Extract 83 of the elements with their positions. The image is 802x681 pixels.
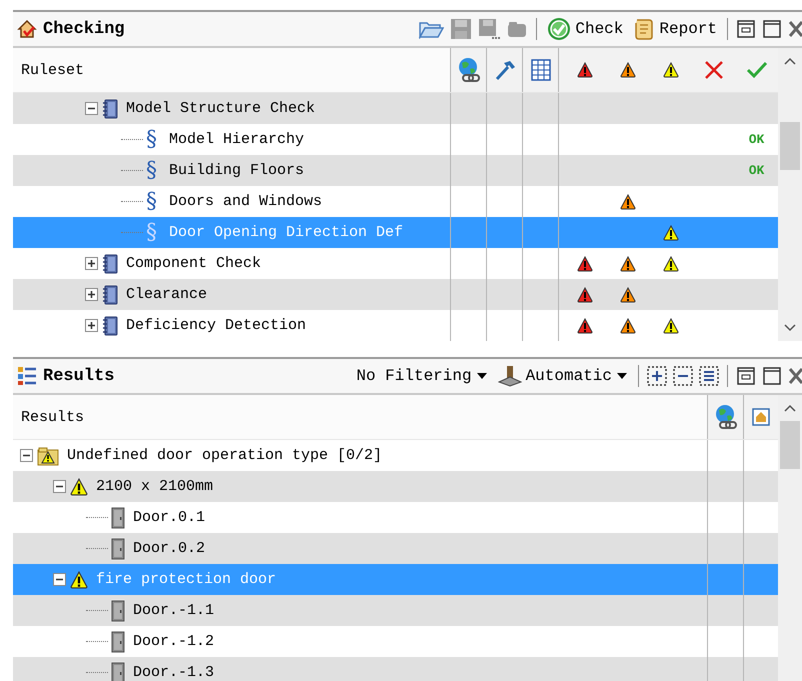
stamp-icon (498, 365, 522, 387)
scroll-thumb[interactable] (780, 122, 800, 170)
notebook-icon (102, 284, 118, 304)
ruleset-item[interactable]: Clearance (126, 286, 208, 303)
collapse-icon[interactable] (20, 449, 33, 462)
list-icon[interactable] (699, 366, 719, 386)
report-button[interactable]: Report (631, 17, 719, 41)
scroll-thumb[interactable] (780, 421, 800, 469)
door-icon (111, 538, 125, 560)
notebook-icon (102, 316, 118, 336)
notebook-icon (102, 254, 118, 274)
minor-warning-icon (662, 62, 678, 78)
warning-folder-icon (37, 446, 59, 466)
cross-icon (704, 60, 724, 80)
filter-dropdown[interactable]: No Filtering (354, 367, 490, 385)
ruleset-item[interactable]: Building Floors (169, 162, 304, 179)
expand-icon[interactable] (85, 257, 98, 270)
result-item[interactable]: Door.0.2 (133, 540, 206, 557)
maximize-icon[interactable] (762, 366, 782, 386)
door-icon (111, 662, 125, 681)
scroll-up-icon[interactable] (783, 403, 797, 413)
warning-icon (70, 570, 88, 588)
collapse-all-icon[interactable] (673, 366, 693, 386)
major-warning-icon (620, 62, 636, 78)
section-sign-icon: § (146, 127, 157, 152)
scrollbar[interactable] (778, 48, 802, 341)
checkmark-icon (746, 61, 768, 79)
collapse-icon[interactable] (53, 573, 66, 586)
warning-icon (70, 478, 88, 496)
result-item[interactable]: Undefined door operation type [0/2] (67, 447, 382, 464)
minimize-icon[interactable] (736, 19, 756, 39)
home-check-icon (17, 19, 37, 39)
globe-link-icon (714, 404, 738, 430)
critical-warning-icon (576, 62, 592, 78)
results-tree-icon (17, 366, 37, 386)
column-header: Results (20, 408, 84, 426)
collapse-icon[interactable] (53, 480, 66, 493)
close-icon[interactable] (788, 19, 802, 39)
mode-dropdown[interactable]: Automatic (496, 365, 630, 387)
door-icon (111, 506, 125, 528)
collapse-icon[interactable] (85, 102, 98, 115)
caret-icon (616, 371, 628, 381)
panel-title: Checking (43, 20, 125, 38)
expand-all-icon[interactable] (647, 366, 667, 386)
ruleset-item[interactable]: Deficiency Detection (126, 317, 306, 334)
ok-status: OK (748, 132, 764, 147)
ruleset-item[interactable]: Doors and Windows (169, 193, 322, 210)
section-sign-icon: § (146, 158, 157, 183)
panel-title: Results (43, 366, 114, 386)
ok-status: OK (748, 163, 764, 178)
scroll-up-icon[interactable] (783, 56, 797, 66)
door-icon (111, 600, 125, 622)
maximize-icon[interactable] (762, 19, 782, 39)
check-icon (547, 17, 572, 41)
section-sign-icon: § (146, 220, 157, 245)
ruleset-item[interactable]: Model Structure Check (126, 100, 316, 117)
scroll-down-icon[interactable] (783, 323, 797, 333)
hammer-icon (494, 59, 516, 81)
table-icon (530, 59, 550, 81)
ruleset-item[interactable]: Model Hierarchy (169, 131, 304, 148)
door-icon (111, 630, 125, 652)
notebook-icon (102, 98, 118, 118)
scrollbar[interactable] (778, 395, 802, 681)
result-item[interactable]: Door.-1.1 (133, 602, 214, 619)
save-all-icon[interactable] (478, 18, 500, 40)
column-header: Ruleset (20, 62, 84, 78)
close-icon[interactable] (788, 366, 802, 386)
result-item[interactable]: 2100 x 2100mm (96, 478, 214, 495)
folder-icon[interactable] (506, 19, 528, 39)
caret-icon (476, 371, 488, 381)
minimize-icon[interactable] (736, 366, 756, 386)
ruleset-item[interactable]: Component Check (126, 255, 262, 272)
home-icon (752, 408, 770, 426)
save-icon[interactable] (450, 18, 472, 40)
result-item[interactable]: Door.0.1 (133, 509, 206, 526)
expand-icon[interactable] (85, 319, 98, 332)
check-button[interactable]: Check (545, 17, 626, 41)
result-item[interactable]: Door.-1.3 (133, 664, 214, 681)
section-sign-icon: § (146, 189, 157, 214)
expand-icon[interactable] (85, 288, 98, 301)
report-scroll-icon (633, 17, 656, 41)
globe-link-icon (456, 57, 480, 83)
result-item[interactable]: Door.-1.2 (133, 633, 214, 650)
